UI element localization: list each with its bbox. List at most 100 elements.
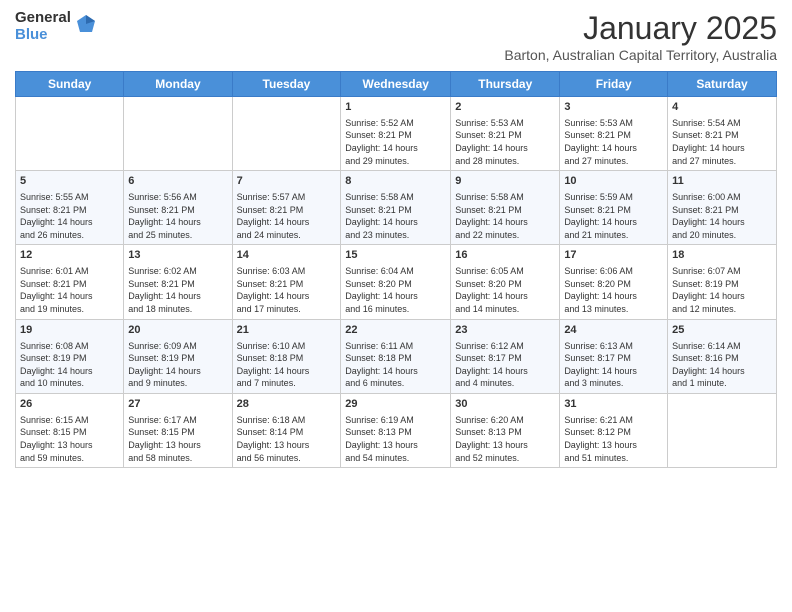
- col-monday: Monday: [124, 72, 232, 97]
- day-number: 8: [345, 174, 446, 189]
- calendar-day: 8 Sunrise: 5:58 AM Sunset: 8:21 PM Daylig…: [341, 171, 451, 245]
- day-info: Sunrise: 5:59 AM Sunset: 8:21 PM Dayligh…: [564, 191, 663, 241]
- calendar-day: 29 Sunrise: 6:19 AM Sunset: 8:13 PM Dayli…: [341, 393, 451, 467]
- col-wednesday: Wednesday: [341, 72, 451, 97]
- day-number: 12: [20, 248, 119, 263]
- calendar-day: 16 Sunrise: 6:05 AM Sunset: 8:20 PM Dayli…: [451, 245, 560, 319]
- calendar-header-row: Sunday Monday Tuesday Wednesday Thursday…: [16, 72, 777, 97]
- day-info: Sunrise: 6:09 AM Sunset: 8:19 PM Dayligh…: [128, 340, 227, 390]
- day-number: 16: [455, 248, 555, 263]
- day-info: Sunrise: 5:55 AM Sunset: 8:21 PM Dayligh…: [20, 191, 119, 241]
- calendar-page: General Blue January 2025 Barton, Austra…: [0, 0, 792, 612]
- day-info: Sunrise: 5:53 AM Sunset: 8:21 PM Dayligh…: [455, 117, 555, 167]
- day-info: Sunrise: 5:52 AM Sunset: 8:21 PM Dayligh…: [345, 117, 446, 167]
- calendar-day: 22 Sunrise: 6:11 AM Sunset: 8:18 PM Dayli…: [341, 319, 451, 393]
- day-info: Sunrise: 6:11 AM Sunset: 8:18 PM Dayligh…: [345, 340, 446, 390]
- calendar-day: 1 Sunrise: 5:52 AM Sunset: 8:21 PM Daylig…: [341, 97, 451, 171]
- day-info: Sunrise: 6:03 AM Sunset: 8:21 PM Dayligh…: [237, 265, 337, 315]
- day-number: 5: [20, 174, 119, 189]
- calendar-day: 30Sunrise: 6:20 AM Sunset: 8:13 PM Dayli…: [451, 393, 560, 467]
- location-subtitle: Barton, Australian Capital Territory, Au…: [504, 47, 777, 63]
- day-number: 13: [128, 248, 227, 263]
- day-info: Sunrise: 6:15 AM Sunset: 8:15 PM Dayligh…: [20, 414, 119, 464]
- day-info: Sunrise: 6:21 AM Sunset: 8:12 PM Dayligh…: [564, 414, 663, 464]
- day-info: Sunrise: 5:58 AM Sunset: 8:21 PM Dayligh…: [345, 191, 446, 241]
- calendar-day: [16, 97, 124, 171]
- calendar-day: 31 Sunrise: 6:21 AM Sunset: 8:12 PM Dayli…: [560, 393, 668, 467]
- calendar-day: 21Sunrise: 6:10 AM Sunset: 8:18 PM Dayli…: [232, 319, 341, 393]
- title-block: January 2025 Barton, Australian Capital …: [504, 10, 777, 63]
- calendar-day: 24 Sunrise: 6:13 AM Sunset: 8:17 PM Dayli…: [560, 319, 668, 393]
- day-number: 21: [237, 323, 337, 338]
- calendar-day: 14 Sunrise: 6:03 AM Sunset: 8:21 PM Dayli…: [232, 245, 341, 319]
- day-number: 10: [564, 174, 663, 189]
- day-number: 14: [237, 248, 337, 263]
- day-number: 31: [564, 397, 663, 412]
- day-number: 23: [455, 323, 555, 338]
- month-title: January 2025: [504, 10, 777, 47]
- day-number: 4: [672, 100, 772, 115]
- calendar-day: 9Sunrise: 5:58 AM Sunset: 8:21 PM Daylig…: [451, 171, 560, 245]
- day-number: 25: [672, 323, 772, 338]
- calendar-day: 13 Sunrise: 6:02 AM Sunset: 8:21 PM Dayli…: [124, 245, 232, 319]
- calendar-day: 4 Sunrise: 5:54 AM Sunset: 8:21 PM Daylig…: [668, 97, 777, 171]
- col-saturday: Saturday: [668, 72, 777, 97]
- calendar-day: 7 Sunrise: 5:57 AM Sunset: 8:21 PM Daylig…: [232, 171, 341, 245]
- day-number: 26: [20, 397, 119, 412]
- col-tuesday: Tuesday: [232, 72, 341, 97]
- day-info: Sunrise: 6:18 AM Sunset: 8:14 PM Dayligh…: [237, 414, 337, 464]
- day-info: Sunrise: 6:17 AM Sunset: 8:15 PM Dayligh…: [128, 414, 227, 464]
- calendar-day: 17Sunrise: 6:06 AM Sunset: 8:20 PM Dayli…: [560, 245, 668, 319]
- col-thursday: Thursday: [451, 72, 560, 97]
- day-info: Sunrise: 6:13 AM Sunset: 8:17 PM Dayligh…: [564, 340, 663, 390]
- day-info: Sunrise: 5:56 AM Sunset: 8:21 PM Dayligh…: [128, 191, 227, 241]
- day-number: 19: [20, 323, 119, 338]
- calendar-day: 25Sunrise: 6:14 AM Sunset: 8:16 PM Dayli…: [668, 319, 777, 393]
- day-info: Sunrise: 6:01 AM Sunset: 8:21 PM Dayligh…: [20, 265, 119, 315]
- calendar-week-row: 12 Sunrise: 6:01 AM Sunset: 8:21 PM Dayli…: [16, 245, 777, 319]
- calendar-day: 28 Sunrise: 6:18 AM Sunset: 8:14 PM Dayli…: [232, 393, 341, 467]
- calendar-day: [232, 97, 341, 171]
- col-sunday: Sunday: [16, 72, 124, 97]
- logo-general: General: [15, 10, 71, 27]
- logo-icon: [75, 13, 97, 40]
- day-number: 15: [345, 248, 446, 263]
- calendar-day: 2Sunrise: 5:53 AM Sunset: 8:21 PM Daylig…: [451, 97, 560, 171]
- day-info: Sunrise: 6:19 AM Sunset: 8:13 PM Dayligh…: [345, 414, 446, 464]
- day-number: 7: [237, 174, 337, 189]
- day-info: Sunrise: 6:05 AM Sunset: 8:20 PM Dayligh…: [455, 265, 555, 315]
- day-info: Sunrise: 6:02 AM Sunset: 8:21 PM Dayligh…: [128, 265, 227, 315]
- day-number: 29: [345, 397, 446, 412]
- day-info: Sunrise: 5:57 AM Sunset: 8:21 PM Dayligh…: [237, 191, 337, 241]
- day-number: 18: [672, 248, 772, 263]
- calendar-week-row: 19Sunrise: 6:08 AM Sunset: 8:19 PM Dayli…: [16, 319, 777, 393]
- day-info: Sunrise: 6:12 AM Sunset: 8:17 PM Dayligh…: [455, 340, 555, 390]
- day-number: 6: [128, 174, 227, 189]
- calendar-day: 10 Sunrise: 5:59 AM Sunset: 8:21 PM Dayli…: [560, 171, 668, 245]
- day-number: 1: [345, 100, 446, 115]
- calendar-day: [668, 393, 777, 467]
- logo-blue: Blue: [15, 27, 48, 44]
- day-info: Sunrise: 5:53 AM Sunset: 8:21 PM Dayligh…: [564, 117, 663, 167]
- calendar-week-row: 5 Sunrise: 5:55 AM Sunset: 8:21 PM Daylig…: [16, 171, 777, 245]
- day-number: 22: [345, 323, 446, 338]
- day-info: Sunrise: 6:00 AM Sunset: 8:21 PM Dayligh…: [672, 191, 772, 241]
- day-number: 3: [564, 100, 663, 115]
- calendar-day: 18Sunrise: 6:07 AM Sunset: 8:19 PM Dayli…: [668, 245, 777, 319]
- calendar-day: 26 Sunrise: 6:15 AM Sunset: 8:15 PM Dayli…: [16, 393, 124, 467]
- day-info: Sunrise: 6:04 AM Sunset: 8:20 PM Dayligh…: [345, 265, 446, 315]
- day-number: 28: [237, 397, 337, 412]
- calendar-day: 12 Sunrise: 6:01 AM Sunset: 8:21 PM Dayli…: [16, 245, 124, 319]
- calendar-day: 19Sunrise: 6:08 AM Sunset: 8:19 PM Dayli…: [16, 319, 124, 393]
- day-number: 27: [128, 397, 227, 412]
- day-info: Sunrise: 5:54 AM Sunset: 8:21 PM Dayligh…: [672, 117, 772, 167]
- col-friday: Friday: [560, 72, 668, 97]
- calendar-day: 5 Sunrise: 5:55 AM Sunset: 8:21 PM Daylig…: [16, 171, 124, 245]
- day-number: 30: [455, 397, 555, 412]
- calendar-day: [124, 97, 232, 171]
- day-number: 24: [564, 323, 663, 338]
- day-info: Sunrise: 5:58 AM Sunset: 8:21 PM Dayligh…: [455, 191, 555, 241]
- logo: General Blue: [15, 10, 97, 43]
- calendar-day: 20Sunrise: 6:09 AM Sunset: 8:19 PM Dayli…: [124, 319, 232, 393]
- calendar-table: Sunday Monday Tuesday Wednesday Thursday…: [15, 71, 777, 468]
